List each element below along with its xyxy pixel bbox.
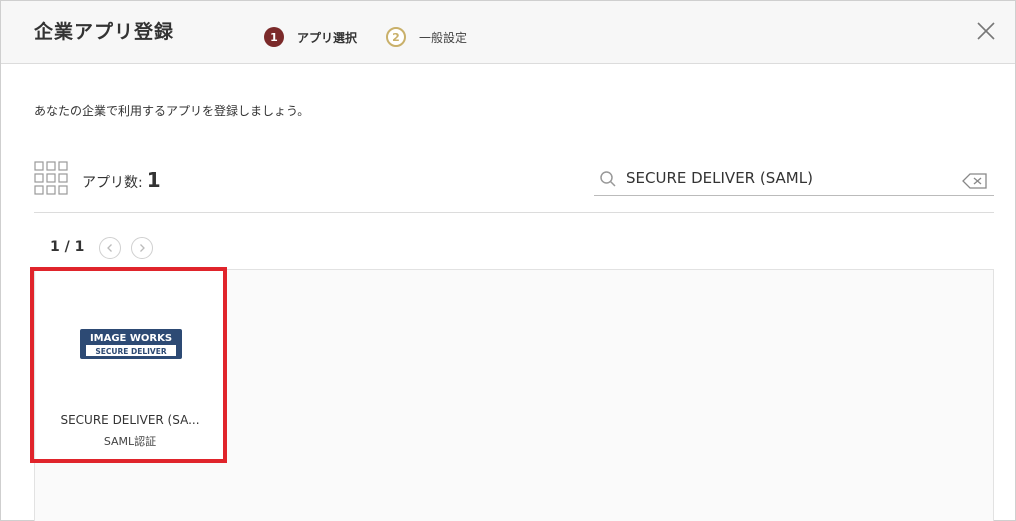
- search-field[interactable]: SECURE DELIVER (SAML): [594, 164, 994, 196]
- step-app-selection: 1 アプリ選択: [264, 27, 357, 47]
- search-icon: [600, 171, 616, 187]
- app-count-label: アプリ数:: [82, 175, 143, 191]
- app-count-value: 1: [146, 168, 161, 192]
- step-number: 2: [386, 27, 406, 47]
- step-label: アプリ選択: [297, 30, 358, 45]
- app-count: アプリ数: 1: [82, 168, 161, 192]
- prev-page-button[interactable]: [99, 237, 121, 259]
- step-number: 1: [264, 27, 284, 47]
- step-general-settings: 2 一般設定: [386, 27, 467, 47]
- app-registration-modal: 企業アプリ登録 1 アプリ選択 2 一般設定 あなたの企業で利用するアプリを登録…: [0, 0, 1016, 521]
- close-icon[interactable]: [976, 21, 996, 41]
- chevron-right-icon: [140, 244, 145, 252]
- modal-header: 企業アプリ登録 1 アプリ選択 2 一般設定: [1, 1, 1015, 64]
- divider: [34, 212, 994, 213]
- page-indicator: 1 / 1: [50, 239, 85, 255]
- description-text: あなたの企業で利用するアプリを登録しましょう。: [34, 104, 310, 118]
- modal-title: 企業アプリ登録: [34, 21, 175, 43]
- next-page-button[interactable]: [131, 237, 153, 259]
- clear-search-icon[interactable]: [962, 172, 988, 190]
- selection-highlight: [30, 267, 227, 463]
- step-label: 一般設定: [419, 30, 468, 45]
- grid-view-icon[interactable]: [34, 161, 68, 195]
- chevron-left-icon: [107, 244, 112, 252]
- search-input[interactable]: SECURE DELIVER (SAML): [626, 169, 813, 187]
